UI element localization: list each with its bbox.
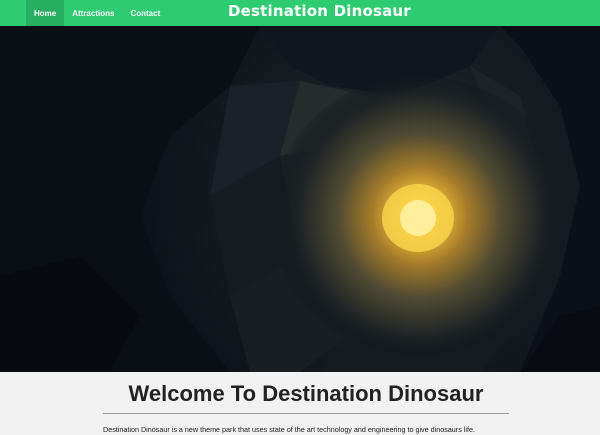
navbar: Home Attractions Contact Destination Din… bbox=[0, 0, 600, 26]
nav-link-attractions[interactable]: Attractions bbox=[64, 0, 122, 26]
nav-link-contact[interactable]: Contact bbox=[122, 0, 168, 26]
cave-illustration bbox=[0, 26, 600, 372]
divider bbox=[103, 413, 509, 414]
welcome-title: Welcome To Destination Dinosaur bbox=[128, 381, 484, 406]
hero-image bbox=[0, 26, 600, 372]
nav-link-home[interactable]: Home bbox=[26, 0, 65, 26]
brand-title[interactable]: Destination Dinosaur bbox=[228, 2, 411, 20]
welcome-section: Welcome To Destination Dinosaur Destinat… bbox=[0, 372, 600, 435]
page: Home Attractions Contact Destination Din… bbox=[0, 0, 600, 435]
intro-text: Destination Dinosaur is a new theme park… bbox=[103, 425, 475, 434]
nav-links: Home Attractions Contact bbox=[26, 0, 168, 26]
